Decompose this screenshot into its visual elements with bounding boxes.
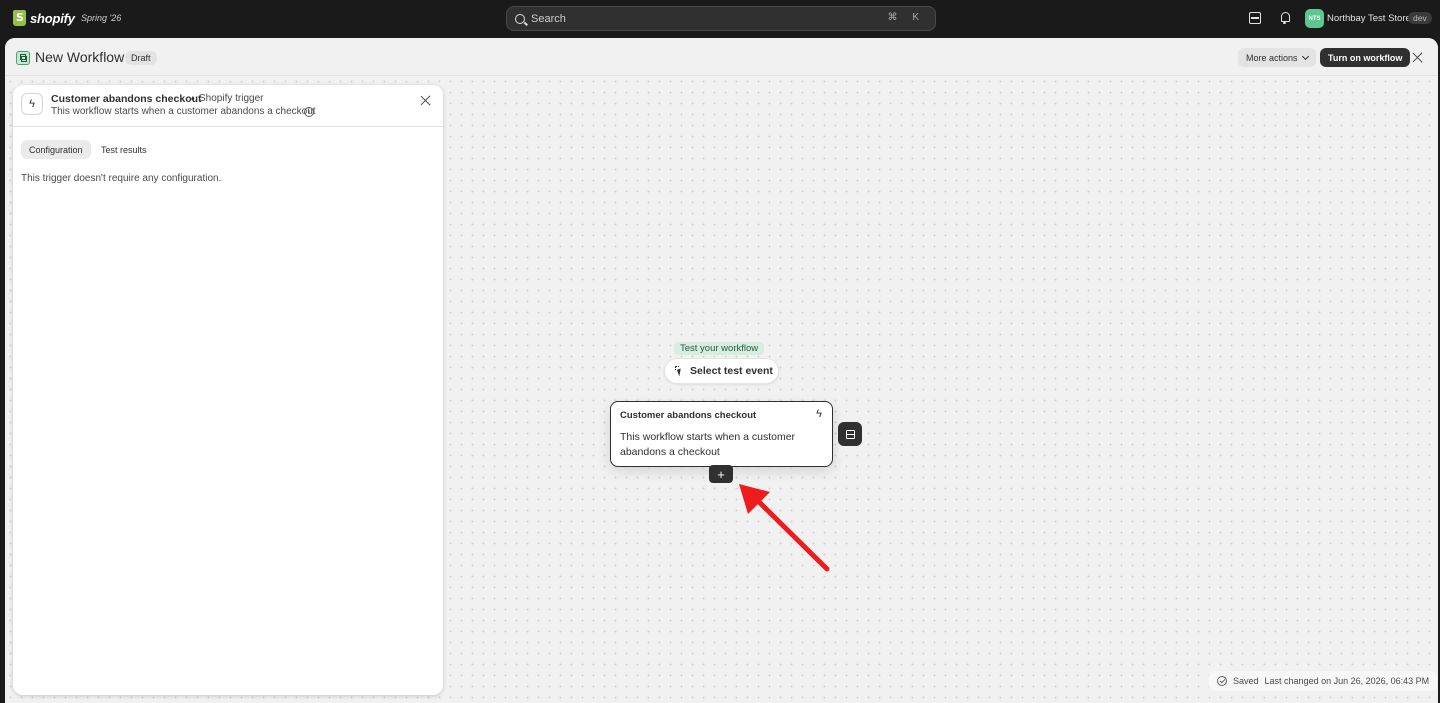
editor-header: New Workflow Draft More actions Turn on …	[5, 38, 1438, 76]
panel-description: This workflow starts when a customer aba…	[51, 106, 316, 117]
bell-icon[interactable]	[1279, 12, 1291, 24]
trigger-node-title: Customer abandons checkout	[620, 410, 757, 421]
status-badge: Draft	[125, 51, 157, 65]
select-test-event-button[interactable]: Select test event	[664, 358, 779, 384]
store-name[interactable]: Northbay Test Store	[1327, 13, 1411, 24]
bolt-icon: ϟ	[21, 93, 43, 115]
shopify-bag-icon	[13, 10, 26, 26]
arrow-shaft	[751, 494, 830, 572]
check-circle-icon	[1217, 676, 1227, 686]
more-actions-button[interactable]: More actions	[1238, 48, 1316, 67]
last-changed-label: Last changed on Jun 26, 2026, 06:43 PM	[1264, 676, 1430, 686]
test-workflow-label: Test your workflow	[674, 342, 765, 355]
info-icon[interactable]: i	[304, 107, 314, 117]
tab-test-results[interactable]: Test results	[93, 140, 155, 159]
store-avatar[interactable]: NTS	[1305, 9, 1324, 28]
bolt-icon: ϟ	[816, 408, 822, 420]
select-test-event-label: Select test event	[690, 365, 773, 377]
search-bar[interactable]: Search ⌘ K	[506, 6, 936, 31]
title-separator: •	[191, 93, 195, 105]
store-badge: dev	[1408, 12, 1432, 24]
saved-label: Saved	[1233, 676, 1259, 686]
trigger-node[interactable]: Customer abandons checkout ϟ This workfl…	[610, 401, 833, 467]
configuration-text: This trigger doesn't require any configu…	[21, 173, 222, 184]
cursor-click-icon	[675, 366, 685, 376]
tab-configuration[interactable]: Configuration	[21, 140, 91, 159]
panel-subtitle: Shopify trigger	[199, 93, 264, 104]
edition-label: Spring '26	[81, 13, 122, 23]
panel-close-icon[interactable]	[420, 95, 431, 106]
inbox-icon[interactable]	[1249, 12, 1261, 24]
turn-on-workflow-button[interactable]: Turn on workflow	[1320, 48, 1411, 67]
more-actions-label: More actions	[1246, 52, 1298, 63]
panel-title: Customer abandons checkout	[51, 93, 202, 105]
brand-name: shopify	[30, 10, 75, 26]
page-title[interactable]: New Workflow	[35, 49, 124, 65]
search-placeholder: Search	[531, 12, 566, 25]
save-status: Saved Last changed on Jun 26, 2026, 06:4…	[1209, 671, 1438, 691]
replace-trigger-button[interactable]	[838, 422, 862, 446]
shopify-logo[interactable]: shopify	[13, 10, 75, 26]
chevron-down-icon	[1301, 52, 1309, 60]
search-shortcut: ⌘ K	[887, 12, 925, 23]
panel-header: ϟ Customer abandons checkout • Shopify t…	[13, 85, 443, 127]
workflow-editor: New Workflow Draft More actions Turn on …	[5, 38, 1438, 703]
annotation-arrow	[739, 484, 830, 572]
trigger-node-description: This workflow starts when a customer aba…	[620, 431, 796, 458]
workflow-icon	[16, 51, 30, 65]
search-icon	[515, 13, 525, 24]
top-bar: shopify Spring '26 Search ⌘ K NTS Northb…	[0, 0, 1440, 38]
swap-icon	[845, 429, 855, 439]
close-icon[interactable]	[1412, 52, 1423, 63]
trigger-panel: ϟ Customer abandons checkout • Shopify t…	[13, 85, 443, 695]
